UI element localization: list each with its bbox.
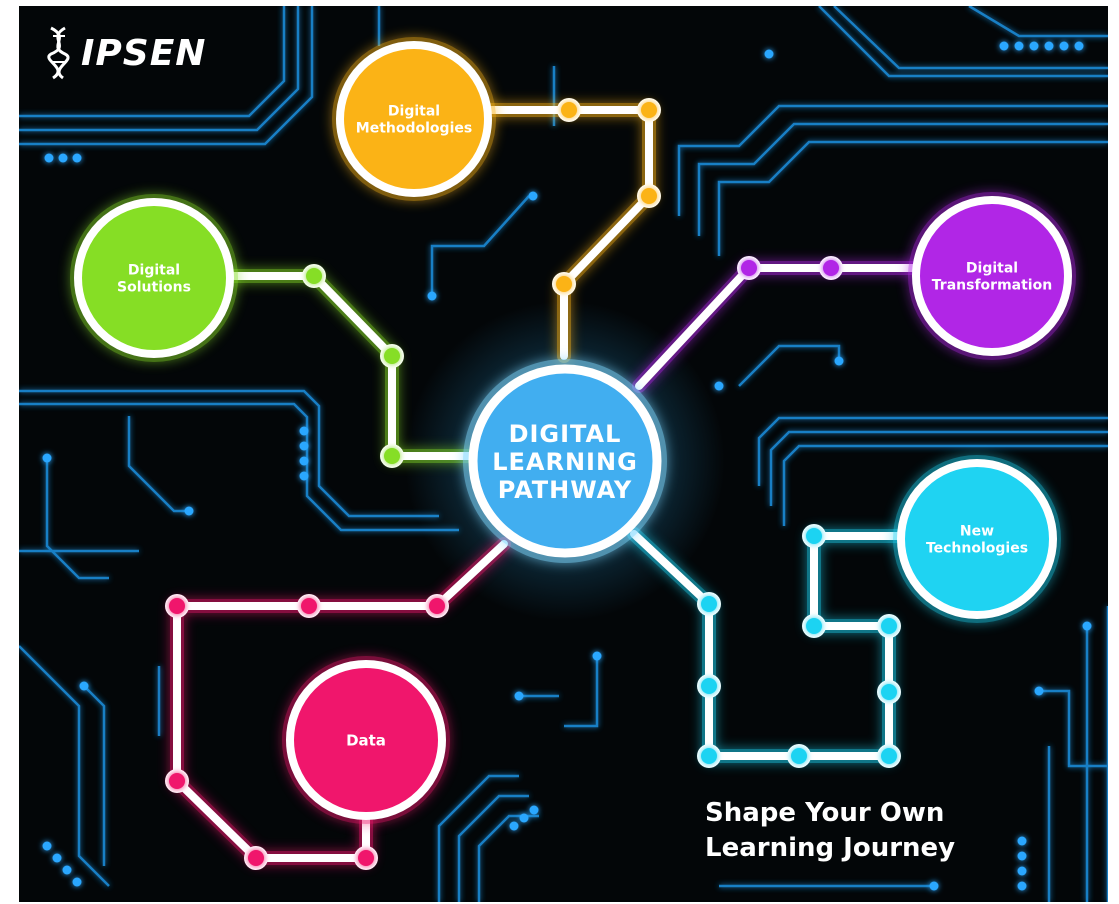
circuit-terminal-dot — [299, 456, 309, 466]
methodologies-label-line: Methodologies — [356, 120, 472, 136]
transformation-path-dot — [823, 260, 839, 276]
methodologies-path-dot — [641, 188, 657, 204]
circuit-terminal-dot — [1017, 866, 1027, 876]
data-path-dot — [169, 773, 185, 789]
node-solutions: DigitalSolutions — [70, 194, 238, 362]
circuit-terminal-dot — [519, 813, 529, 823]
circuit-terminal-dot — [42, 453, 52, 463]
circuit-terminal-dot — [764, 49, 774, 59]
data-path-dot — [358, 850, 374, 866]
transformation-label-line: Digital — [966, 260, 1018, 276]
circuit-terminal-dot — [1044, 41, 1054, 51]
technologies-path-dot — [791, 748, 807, 764]
infographic: Digital Methodologies Digital Solutions Digi… — [0, 0, 1119, 904]
learning-pathway-diagram: DigitalMethodologiesDigitalSolutionsDigi… — [19, 6, 1108, 902]
circuit-terminal-dot — [52, 853, 62, 863]
transformation-path-dot — [741, 260, 757, 276]
circuit-terminal-dot — [529, 805, 539, 815]
circuit-terminal-dot — [1029, 41, 1039, 51]
node-technologies: NewTechnologies — [893, 455, 1061, 623]
circuit-terminal-dot — [299, 441, 309, 451]
circuit-terminal-dot — [427, 291, 437, 301]
tagline-line-2: Learning Journey — [705, 833, 956, 863]
circuit-terminal-dot — [528, 191, 538, 201]
center-node: DIGITALLEARNINGPATHWAY — [463, 359, 667, 563]
logo-text: IPSEN — [81, 32, 207, 74]
data-label-line: Data — [346, 731, 386, 749]
circuit-terminal-dot — [929, 881, 939, 891]
circuit-terminal-dot — [299, 471, 309, 481]
ipsen-logo: IPSEN — [41, 24, 206, 82]
circuit-terminal-dot — [1059, 41, 1069, 51]
circuit-terminal-dot — [999, 41, 1009, 51]
technologies-label-line: New — [960, 523, 994, 539]
circuit-terminal-dot — [1082, 621, 1092, 631]
diagram-canvas: Digital Methodologies Digital Solutions Digi… — [19, 6, 1108, 902]
data-path-dot — [169, 598, 185, 614]
circuit-terminal-dot — [714, 381, 724, 391]
methodologies-label-line: Digital — [388, 103, 440, 119]
circuit-terminal-dot — [72, 877, 82, 887]
circuit-terminal-dot — [834, 356, 844, 366]
node-data: Data — [282, 656, 450, 824]
technologies-path-dot — [881, 748, 897, 764]
circuit-terminal-dot — [184, 506, 194, 516]
circuit-terminal-dot — [514, 691, 524, 701]
node-transformation: DigitalTransformation — [908, 192, 1076, 360]
technologies-path-dot — [806, 618, 822, 634]
helix-icon — [47, 26, 70, 80]
methodologies-path-dot — [641, 102, 657, 118]
methodologies-path-dot — [561, 102, 577, 118]
tagline-line-1: Shape Your Own — [705, 798, 945, 828]
circuit-terminal-dot — [299, 426, 309, 436]
node-methodologies: DigitalMethodologies — [332, 37, 496, 201]
circuit-terminal-dot — [1017, 881, 1027, 891]
circuit-terminal-dot — [1034, 686, 1044, 696]
circuit-terminal-dot — [72, 153, 82, 163]
solutions-path-dot — [306, 268, 322, 284]
solutions-path-dot — [384, 448, 400, 464]
data-path-dot — [429, 598, 445, 614]
circuit-terminal-dot — [79, 681, 89, 691]
center-label-line: DIGITAL — [509, 420, 622, 448]
circuit-terminal-dot — [1017, 836, 1027, 846]
data-path-dot — [301, 598, 317, 614]
technologies-path-dot — [806, 528, 822, 544]
technologies-label-line: Technologies — [926, 540, 1028, 556]
data-path-dot — [248, 850, 264, 866]
circuit-terminal-dot — [1074, 41, 1084, 51]
solutions-path-dot — [384, 348, 400, 364]
methodologies-path-dot — [556, 276, 572, 292]
solutions-label-line: Solutions — [117, 279, 191, 295]
technologies-path-dot — [881, 618, 897, 634]
circuit-terminal-dot — [1017, 851, 1027, 861]
technologies-path-dot — [701, 748, 717, 764]
tagline: Shape Your Own Learning Journey — [705, 796, 955, 866]
technologies-path — [630, 530, 905, 760]
circuit-terminal-dot — [509, 821, 519, 831]
center-label-line: LEARNING — [492, 448, 638, 476]
technologies-path-dot — [701, 678, 717, 694]
circuit-terminal-dot — [62, 865, 72, 875]
technologies-path-dot — [701, 596, 717, 612]
circuit-terminal-dot — [42, 841, 52, 851]
transformation-label-line: Transformation — [932, 277, 1052, 293]
circuit-terminal-dot — [592, 651, 602, 661]
technologies-path-dot — [881, 684, 897, 700]
center-label-line: PATHWAY — [498, 476, 633, 504]
circuit-terminal-dot — [1014, 41, 1024, 51]
solutions-label-line: Digital — [128, 262, 180, 278]
circuit-terminal-dot — [44, 153, 54, 163]
circuit-terminal-dot — [58, 153, 68, 163]
